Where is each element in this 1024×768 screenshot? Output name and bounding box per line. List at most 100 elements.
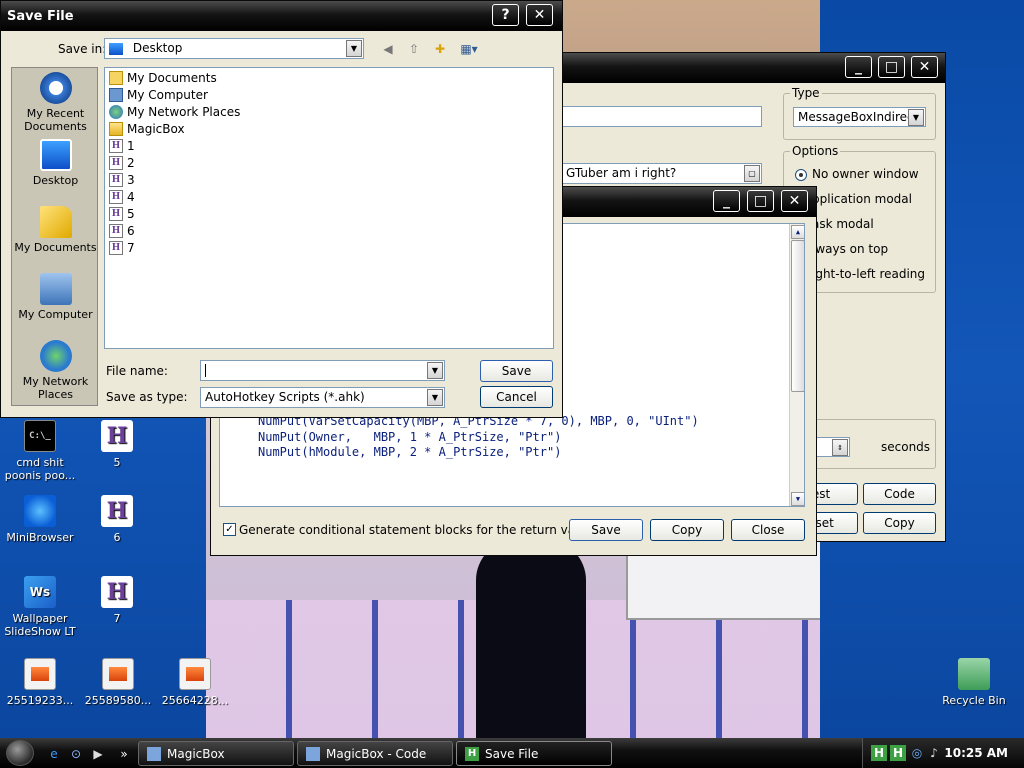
places-item-computer[interactable]: My Computer [12,273,99,321]
cancel-button[interactable]: Cancel [480,386,553,408]
code-button[interactable]: Code [863,483,936,505]
code-copy-button[interactable]: Copy [650,519,724,541]
conditional-checkbox[interactable]: ✓ [223,523,236,536]
desktop-icon-6[interactable]: H 6 [77,495,157,544]
file-list-item[interactable]: My Documents [109,71,217,85]
code-save-button[interactable]: Save [569,519,643,541]
up-folder-icon[interactable]: ⇧ [405,41,423,57]
code-close-button[interactable]: Close [731,519,805,541]
back-icon[interactable]: ◀ [379,41,397,57]
chevron-down-icon[interactable]: ▼ [346,40,362,57]
chevron-down-icon[interactable]: ▼ [427,362,443,379]
desktop-icon-cmd[interactable]: C:\_ cmd shit poonis poo... [0,420,80,482]
text-input[interactable]: GTuber am i right? ▢ [561,163,762,184]
cmd-shortcut-icon: C:\_ [24,420,56,452]
new-folder-icon[interactable]: ✚ [431,41,449,57]
file-list-item[interactable]: H2 [109,156,135,170]
places-item-recent[interactable]: My Recent Documents [12,72,99,133]
title-input[interactable] [561,106,762,127]
file-list-item[interactable]: My Computer [109,88,208,102]
text-expand-icon[interactable]: ▢ [744,165,760,182]
desktop-icon-recycle-bin[interactable]: Recycle Bin [934,658,1014,707]
desktop-icon-wallpaper-slideshow[interactable]: Ws Wallpaper SlideShow LT [0,576,80,638]
file-name-input[interactable]: ▼ [200,360,445,381]
media-player-icon[interactable]: ▶ [90,746,106,762]
chevron-down-icon[interactable]: ▼ [427,389,443,406]
desktop-small-icon [109,42,123,55]
internet-explorer-icon[interactable]: e [46,746,62,762]
desktop-icon-image-2[interactable]: 25589580... [78,658,158,707]
ahk-tray-icon[interactable]: H [890,745,906,761]
task-save-file[interactable]: H Save File [456,741,612,766]
scroll-up-icon[interactable]: ▲ [791,225,804,239]
quicklaunch-more-icon[interactable]: » [116,746,132,762]
task-label: MagicBox [167,746,225,761]
scroll-thumb[interactable] [791,240,804,392]
places-item-network[interactable]: My Network Places [12,340,99,401]
task-magicbox[interactable]: MagicBox [138,741,294,766]
image-file-3-icon [179,658,211,690]
views-menu-icon[interactable]: ▦▾ [456,41,482,57]
places-item-documents[interactable]: My Documents [12,206,99,254]
timeout-unit-label: seconds [881,440,931,454]
magicbox-titlebar[interactable]: _ □ ✕ [556,53,945,83]
file-list-item[interactable]: H7 [109,241,135,255]
minimize-icon[interactable]: _ [845,56,872,78]
option-label: lways on top [812,242,889,256]
network-tray-icon[interactable]: ◎ [909,745,925,761]
desktop-icon-image-1[interactable]: 25519233... [0,658,80,707]
close-icon[interactable]: ✕ [526,4,553,26]
option-radio-no-owner[interactable] [795,169,807,181]
file-list-item[interactable]: H1 [109,139,135,153]
taskbar: e ⊙ ▶ » MagicBox MagicBox - Code H Save … [0,738,1024,768]
file-list-item[interactable]: H4 [109,190,135,204]
window-icon [306,746,320,761]
file-list-item[interactable]: MagicBox [109,122,185,136]
help-icon[interactable]: ? [492,4,519,26]
task-magicbox-code[interactable]: MagicBox - Code [297,741,453,766]
desktop-icon-5[interactable]: H 5 [77,420,157,469]
desktop-icon-label: MiniBrowser [6,531,74,544]
scroll-down-icon[interactable]: ▼ [791,492,804,506]
maximize-icon[interactable]: □ [878,56,905,78]
copy-button[interactable]: Copy [863,512,936,534]
system-tray: H H ◎ ♪ 10:25 AM [862,738,1024,768]
clock[interactable]: 10:25 AM [944,746,1008,760]
save-in-value: Desktop [132,41,183,55]
code-scrollbar[interactable]: ▲ ▼ [789,224,804,506]
file-list-item[interactable]: My Network Places [109,105,240,119]
chevron-down-icon[interactable]: ▼ [908,109,924,126]
file-list-item[interactable]: H6 [109,224,135,238]
folder-icon [109,122,123,136]
places-label: My Documents [14,241,97,254]
file-list-item[interactable]: H3 [109,173,135,187]
save-type-select[interactable]: AutoHotkey Scripts (*.ahk) ▼ [200,387,445,408]
places-item-desktop[interactable]: Desktop [12,139,99,187]
save-in-select[interactable]: Desktop ▼ [104,38,364,59]
file-list-item[interactable]: H5 [109,207,135,221]
wallpaper-person [476,540,586,738]
close-icon[interactable]: ✕ [911,56,938,78]
wallpaper-slideshow-icon: Ws [24,576,56,608]
option-label: ask modal [812,217,874,231]
code-line: NumPut(Owner, MBP, 1 * A_PtrSize, "Ptr") [258,429,562,444]
file-list[interactable]: My Documents My Computer My Network Places… [104,67,554,349]
explorer-icon[interactable]: ⊙ [68,746,84,762]
start-button[interactable] [6,740,34,766]
file-list-label: 1 [127,139,135,153]
ahk-tray-icon[interactable]: H [871,745,887,761]
task-label: MagicBox - Code [326,746,427,761]
minimize-icon[interactable]: _ [713,190,740,212]
desktop-icon-minibrowser[interactable]: MiniBrowser [0,495,80,544]
close-icon[interactable]: ✕ [781,190,808,212]
spinner-icon[interactable]: ⇕ [832,439,848,456]
file-list-label: 4 [127,190,135,204]
volume-icon[interactable]: ♪ [926,745,942,761]
desktop-icon-image-3[interactable]: 25664228... [155,658,235,707]
save-file-titlebar[interactable]: Save File ? ✕ [1,1,562,31]
desktop-icon-7[interactable]: H 7 [77,576,157,625]
save-button[interactable]: Save [480,360,553,382]
maximize-icon[interactable]: □ [747,190,774,212]
type-select[interactable]: MessageBoxIndirect ▼ [793,107,926,127]
minibrowser-icon [24,495,56,527]
